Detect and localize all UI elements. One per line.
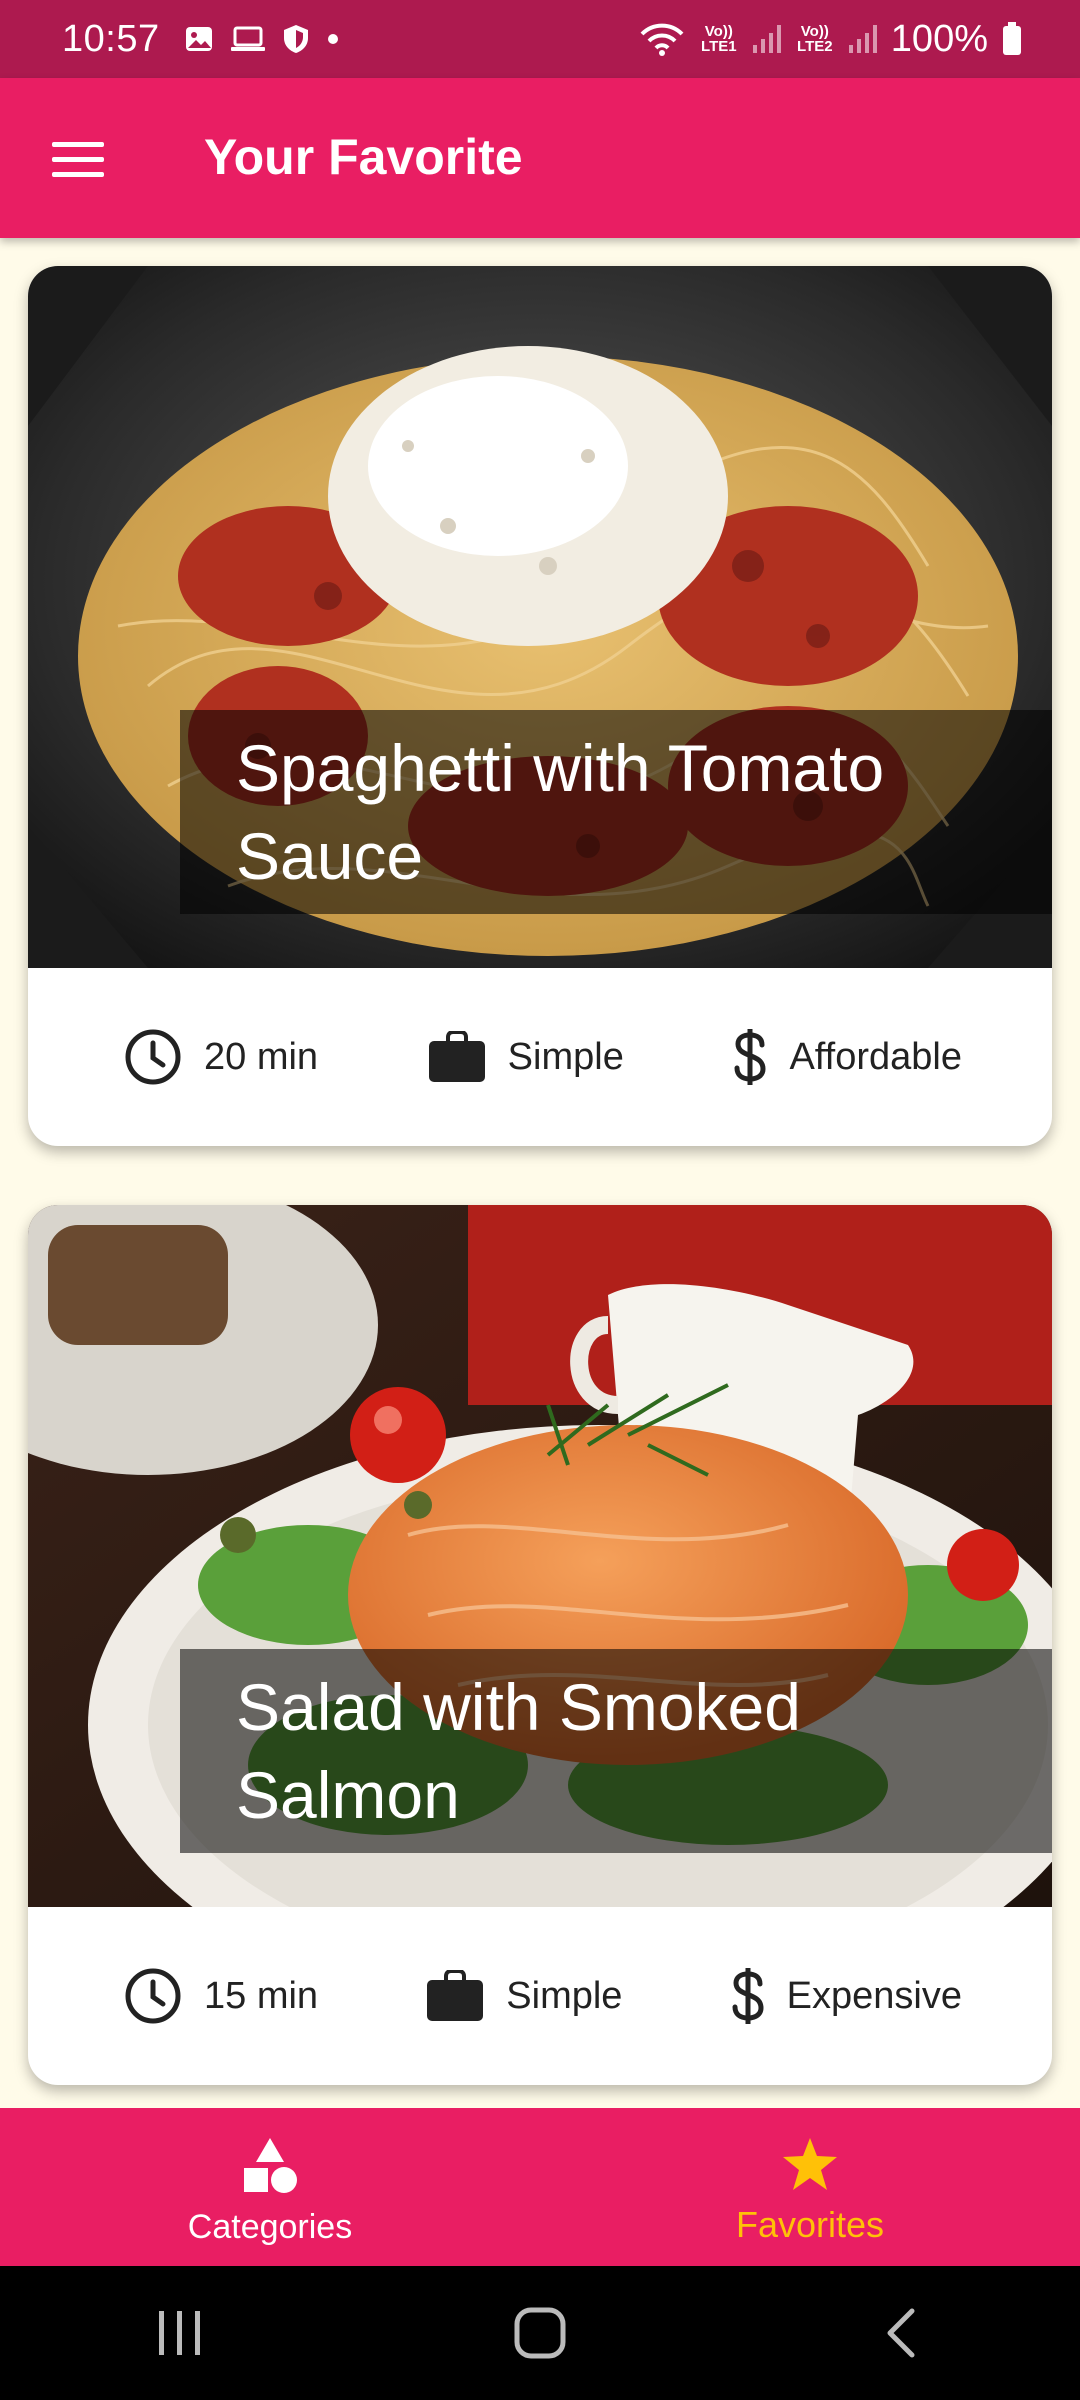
complexity-label: Simple — [507, 1035, 624, 1078]
star-icon — [783, 2138, 837, 2190]
duration-label: 15 min — [204, 1974, 319, 2017]
affordability-info: Affordable — [733, 1028, 962, 1086]
sim1-label: Vo)) LTE1 — [701, 23, 737, 55]
clock-icon — [125, 1968, 181, 2024]
affordability-label: Expensive — [786, 1974, 962, 2017]
meal-title: Spaghetti with Tomato Sauce — [180, 710, 1052, 914]
status-time: 10:57 — [62, 17, 160, 60]
clock-icon — [125, 1029, 181, 1085]
dollar-icon — [732, 1968, 764, 2024]
meal-info-row: 20 min Simple Affordable — [28, 968, 1052, 1146]
laptop-icon — [230, 26, 265, 51]
home-icon — [514, 2307, 566, 2359]
sim2-label: Vo)) LTE2 — [797, 23, 833, 55]
wifi-icon — [640, 23, 684, 56]
signal-icon — [848, 25, 877, 53]
tab-favorites-label: Favorites — [735, 2204, 885, 2245]
meal-title: Salad with Smoked Salmon — [180, 1649, 1052, 1853]
home-button[interactable] — [480, 2273, 600, 2393]
briefcase-icon — [427, 1970, 484, 2021]
battery-icon — [1003, 22, 1021, 55]
recent-apps-button[interactable] — [120, 2273, 240, 2393]
notification-dot-icon — [327, 34, 338, 44]
duration-info: 20 min — [124, 1028, 318, 1086]
affordability-info: Expensive — [731, 1967, 962, 2025]
back-button[interactable] — [840, 2273, 960, 2393]
categories-icon — [244, 2138, 297, 2193]
dollar-icon — [734, 1029, 766, 1085]
system-navigation-bar — [0, 2266, 1080, 2400]
complexity-info: Simple — [426, 1970, 622, 2022]
battery-percent: 100% — [890, 17, 988, 60]
app-bar: Your Favorite — [0, 78, 1080, 238]
meal-info-row: 15 min Simple Expensive — [28, 1907, 1052, 2085]
briefcase-icon — [428, 1031, 485, 1082]
meal-card-spaghetti[interactable]: Spaghetti with Tomato Sauce 20 min Simpl… — [28, 266, 1052, 1146]
duration-info: 15 min — [124, 1967, 318, 2025]
gallery-icon — [185, 27, 212, 51]
duration-label: 20 min — [204, 1035, 319, 1078]
meal-card-salmon-salad[interactable]: Salad with Smoked Salmon 15 min Simple E… — [28, 1205, 1052, 2085]
status-bar: 10:57 Vo)) LTE1 Vo)) LTE2 100% — [0, 0, 1080, 78]
complexity-label: Simple — [506, 1974, 623, 2017]
tab-categories-label: Categories — [187, 2208, 353, 2246]
menu-icon[interactable] — [52, 142, 104, 178]
shield-icon — [283, 25, 308, 53]
tab-favorites[interactable]: Favorites — [540, 2108, 1080, 2266]
tab-categories[interactable]: Categories — [0, 2108, 540, 2266]
signal-icon — [752, 25, 781, 53]
complexity-info: Simple — [428, 1031, 624, 1083]
affordability-label: Affordable — [789, 1035, 962, 1078]
bottom-navigation: Categories Favorites — [0, 2108, 1080, 2266]
back-icon — [887, 2308, 915, 2358]
recent-apps-icon — [159, 2311, 200, 2355]
page-title: Your Favorite — [204, 129, 523, 185]
